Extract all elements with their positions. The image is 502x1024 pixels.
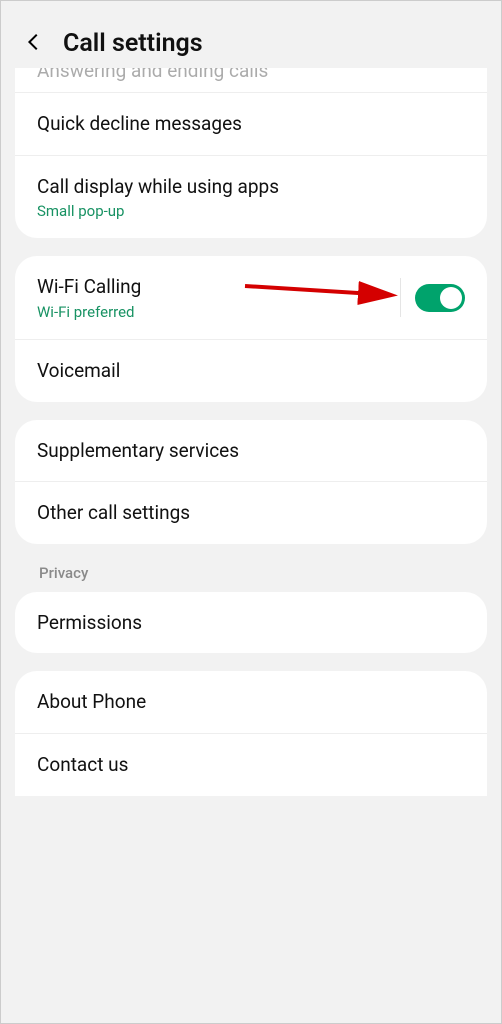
- row-about-phone[interactable]: About Phone: [15, 671, 487, 733]
- settings-group-2: Wi-Fi Calling Wi-Fi preferred Voicemail: [15, 256, 487, 401]
- row-label: Permissions: [37, 610, 465, 636]
- row-other-call-settings[interactable]: Other call settings: [15, 481, 487, 544]
- row-label: Wi-Fi Calling: [37, 274, 141, 300]
- row-contact-us[interactable]: Contact us: [15, 733, 487, 796]
- settings-group-1: Answering and ending calls Quick decline…: [15, 68, 487, 238]
- row-sublabel: Small pop-up: [37, 202, 465, 220]
- row-label: Call display while using apps: [37, 174, 465, 200]
- row-supplementary-services[interactable]: Supplementary services: [15, 420, 487, 482]
- toggle-divider: [400, 278, 401, 317]
- back-icon[interactable]: [23, 31, 45, 57]
- row-label: Voicemail: [37, 358, 465, 384]
- annotation-arrow-icon: [240, 276, 420, 316]
- row-label: Contact us: [37, 752, 465, 778]
- row-wifi-calling[interactable]: Wi-Fi Calling Wi-Fi preferred: [15, 256, 487, 339]
- section-header-privacy: Privacy: [15, 562, 487, 592]
- settings-group-3: Supplementary services Other call settin…: [15, 420, 487, 544]
- row-label: About Phone: [37, 689, 465, 715]
- page-title: Call settings: [63, 29, 203, 58]
- row-label: Supplementary services: [37, 438, 465, 464]
- row-label: Quick decline messages: [37, 111, 465, 137]
- row-permissions[interactable]: Permissions: [15, 592, 487, 654]
- row-label: Answering and ending calls: [37, 68, 465, 84]
- row-call-display[interactable]: Call display while using apps Small pop-…: [15, 155, 487, 239]
- settings-group-5: About Phone Contact us: [15, 671, 487, 795]
- row-quick-decline[interactable]: Quick decline messages: [15, 92, 487, 155]
- row-sublabel: Wi-Fi preferred: [37, 303, 141, 321]
- settings-group-privacy: Permissions: [15, 592, 487, 654]
- wifi-calling-toggle[interactable]: [415, 284, 465, 312]
- row-voicemail[interactable]: Voicemail: [15, 339, 487, 402]
- row-answering-ending[interactable]: Answering and ending calls: [15, 68, 487, 92]
- row-label: Other call settings: [37, 500, 465, 526]
- settings-screen: Call settings Answering and ending calls…: [1, 1, 501, 1023]
